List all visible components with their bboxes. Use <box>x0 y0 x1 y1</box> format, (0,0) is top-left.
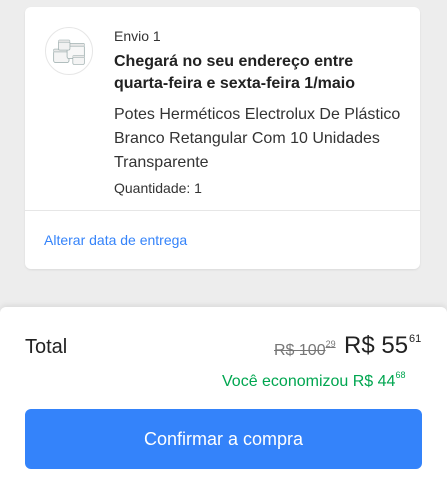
delivery-estimate-line-1: Chegará no seu endereço entre <box>114 53 354 70</box>
savings-text: Você economizou R$ 4468 <box>222 370 405 391</box>
total-price-main: R$ 55 <box>344 332 409 359</box>
confirm-purchase-button[interactable]: Confirmar a compra <box>25 409 422 469</box>
savings-main: Você economizou R$ 44 <box>222 373 396 390</box>
quantity-label: Quantidade: 1 <box>114 180 202 196</box>
delivery-estimate: Chegará no seu endereço entre quarta-fei… <box>114 51 404 95</box>
product-thumbnail <box>45 27 93 75</box>
delivery-estimate-line-2: quarta-feira e sexta-feira 1/maio <box>114 75 355 92</box>
total-label: Total <box>25 336 68 358</box>
original-price-main: R$ 100 <box>274 342 326 359</box>
change-delivery-date-link[interactable]: Alterar data de entrega <box>44 232 187 248</box>
shipment-card: Envio 1 Chegará no seu endereço entre qu… <box>25 7 420 269</box>
divider <box>25 210 420 211</box>
product-title: Potes Herméticos Electrolux De Plástico … <box>114 106 401 171</box>
original-price-cents: 29 <box>325 339 336 349</box>
shipment-label: Envio 1 <box>114 28 161 44</box>
order-summary-panel: Total R$ 10029 R$ 5561 Você economizou R… <box>0 307 447 500</box>
total-price: R$ 5561 <box>344 332 421 360</box>
food-containers-image <box>53 39 85 65</box>
original-price: R$ 10029 <box>274 339 336 360</box>
savings-cents: 68 <box>395 370 406 380</box>
total-price-cents: 61 <box>409 333 422 345</box>
